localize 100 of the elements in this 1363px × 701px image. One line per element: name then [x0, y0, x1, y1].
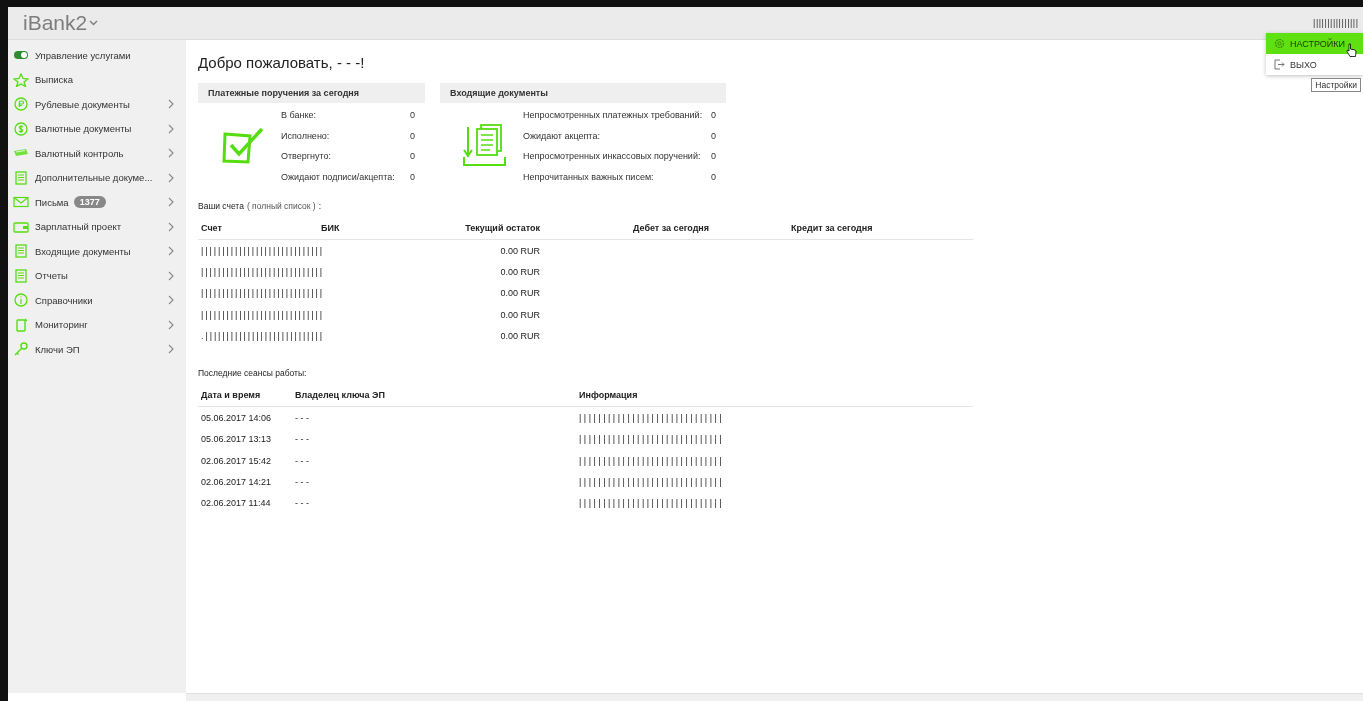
key-icon	[13, 342, 29, 357]
owner-cell-text: - - -	[294, 476, 310, 489]
menu-item-label: Зарплатный проект	[35, 221, 122, 233]
sidebar-item[interactable]: Отчеты	[8, 263, 186, 288]
stat-value: 0	[410, 171, 416, 182]
chevron-right-icon	[168, 148, 174, 159]
menu-item-label: Справочники	[35, 294, 93, 306]
owner-cell-text: - - -	[294, 412, 310, 426]
account-number: | | | | | | | | | | | | | | | | | | | | | | | | | | | | |	[200, 265, 323, 279]
menu-item-label: Рублевые документы	[35, 98, 130, 110]
info-cell-text: | | | | | | | | | | | | | | | | | | | | | | | | | | | | | |	[578, 454, 723, 468]
menu-item-label: Письма	[35, 196, 69, 208]
column-header: Владелец ключа ЭП	[292, 386, 576, 408]
info-cell-text: | | | | | | | | | | | | | | | | | | | | | | | | | | | | | |	[578, 476, 723, 489]
date-cell-text: 02.06.2017 15:42	[200, 454, 273, 468]
stat-value: 0	[711, 110, 717, 121]
sidebar-item[interactable]: Зарплатный проект	[8, 214, 186, 239]
sidebar-item[interactable]: Дополнительные докуме...	[8, 165, 186, 190]
tooltip: Настройки	[1311, 78, 1361, 92]
column-header: Дата и время	[198, 386, 292, 408]
welcome-heading: Добро пожаловать, - - -!	[198, 54, 365, 71]
stat-label: Непросмотренных платежных требований:	[523, 110, 703, 121]
sidebar-item[interactable]: Управление услугами	[8, 43, 186, 68]
stat-label: Непрочитанных важных писем:	[523, 171, 654, 182]
gear-icon	[1274, 38, 1285, 49]
info-cell-text: | | | | | | | | | | | | | | | | | | | | | | | | | | | | | |	[578, 412, 723, 426]
panel-title: Платежные поручения за сегодня	[198, 83, 425, 103]
document-icon	[13, 170, 29, 185]
menu-item[interactable]: ВЫХО	[1266, 54, 1363, 75]
chevron-right-icon	[168, 172, 174, 183]
chevron-right-icon	[168, 344, 174, 355]
stat-label: Исполнено:	[281, 130, 330, 141]
balance-cell-text: 0.00 RUR	[499, 244, 541, 258]
panel-title: Входящие документы	[440, 83, 726, 103]
account-number: . | | | | | | | | | | | | | | | | | | | | | | | | | | | |	[200, 329, 323, 343]
stat-value: 0	[711, 171, 717, 182]
chevron-right-icon	[168, 270, 174, 281]
menu-item-label: Отчеты	[35, 270, 68, 282]
stat-label: Ожидают подписи/акцепта:	[281, 171, 395, 182]
checkbox-tick-drawing	[221, 126, 264, 164]
menu-item[interactable]: НАСТРОЙКИ	[1266, 33, 1363, 54]
menu-item-label: Валютный контроль	[35, 147, 124, 159]
account-number: | | | | | | | | | | | | | | | | | | | | | | | | | | | | |	[200, 244, 323, 258]
stat-label: Ожидают акцепта:	[523, 130, 600, 141]
chevron-right-icon	[168, 123, 174, 134]
sidebar-item[interactable]: Мониторинг	[8, 312, 186, 337]
owner-cell-text: - - -	[294, 433, 310, 447]
wallet-icon	[13, 219, 29, 234]
sidebar-item[interactable]: Ключи ЭП	[8, 337, 186, 362]
stat-value: 0	[410, 151, 416, 162]
balance-cell-text: 0.00 RUR	[499, 308, 541, 322]
accounts-caption: Ваши счета	[198, 201, 244, 211]
stat-label: Отвергнуто:	[281, 151, 332, 162]
stat-label: В банке:	[281, 110, 316, 121]
stat-value: 0	[711, 151, 717, 162]
full-list-link[interactable]: ( полный список )	[246, 201, 316, 211]
chevron-right-icon	[168, 319, 174, 330]
stat-value: 0	[410, 110, 416, 121]
sidebar-item[interactable]: Валютный контроль	[8, 141, 186, 166]
sidebar-item[interactable]: Входящие документы	[8, 239, 186, 264]
chevron-right-icon	[168, 197, 174, 208]
sidebar-item[interactable]: Справочники	[8, 288, 186, 313]
sidebar-item[interactable]: Письма 1377	[8, 190, 186, 215]
menu-item-label: Дополнительные докуме...	[35, 172, 153, 184]
user-name[interactable]: | | | | | | | | | | | | | | | |	[1313, 18, 1357, 28]
column-header: БИК	[318, 219, 428, 240]
date-cell-text: 05.06.2017 14:06	[200, 412, 273, 426]
owner-cell-text: - - -	[294, 497, 310, 511]
sidebar-item[interactable]: Валютные документы	[8, 116, 186, 141]
column-header: Счет	[198, 219, 318, 240]
date-cell-text: 05.06.2017 13:13	[200, 433, 273, 447]
date-cell-text: 02.06.2017 11:44	[200, 497, 272, 511]
sidebar-item[interactable]: Рублевые документы	[8, 92, 186, 117]
column-header: Кредит за сегодня	[788, 219, 973, 240]
chevron-right-icon	[168, 221, 174, 232]
dollar-coin-icon	[13, 121, 29, 136]
sidebar-item[interactable]: Выписка	[8, 67, 186, 92]
star-icon	[13, 72, 29, 87]
chevron-right-icon	[168, 295, 174, 306]
column-header: Дебет за сегодня	[543, 219, 788, 240]
envelope-icon	[13, 195, 29, 210]
balance-cell-text: 0.00 RUR	[499, 287, 541, 301]
menu-item-label: Валютные документы	[35, 123, 132, 135]
menu-item-label: Мониторинг	[35, 319, 88, 331]
count-badge: 1377	[73, 196, 106, 209]
balance-cell-text: 0.00 RUR	[499, 265, 541, 279]
date-cell-text: 02.06.2017 14:21	[200, 476, 273, 489]
menu-item-label: Выписка	[35, 74, 73, 86]
stat-label: Непросмотренных инкассовых поручений:	[523, 151, 701, 162]
chevron-down-icon	[89, 20, 99, 26]
exit-icon	[1274, 59, 1285, 70]
info-cell-text: | | | | | | | | | | | | | | | | | | | | | | | | | | | | | |	[578, 433, 723, 447]
chevron-right-icon	[168, 246, 174, 257]
account-number: | | | | | | | | | | | | | | | | | | | | | | | | | | | | |	[200, 308, 323, 322]
caption-colon: :	[318, 201, 322, 211]
ruble-coin-icon	[13, 97, 29, 112]
incoming-documents-drawing	[462, 123, 507, 167]
account-number: | | | | | | | | | | | | | | | | | | | | | | | | | | | | |	[200, 287, 323, 301]
column-header: Информация	[576, 386, 973, 408]
menu-item-label: Ключи ЭП	[35, 343, 80, 355]
